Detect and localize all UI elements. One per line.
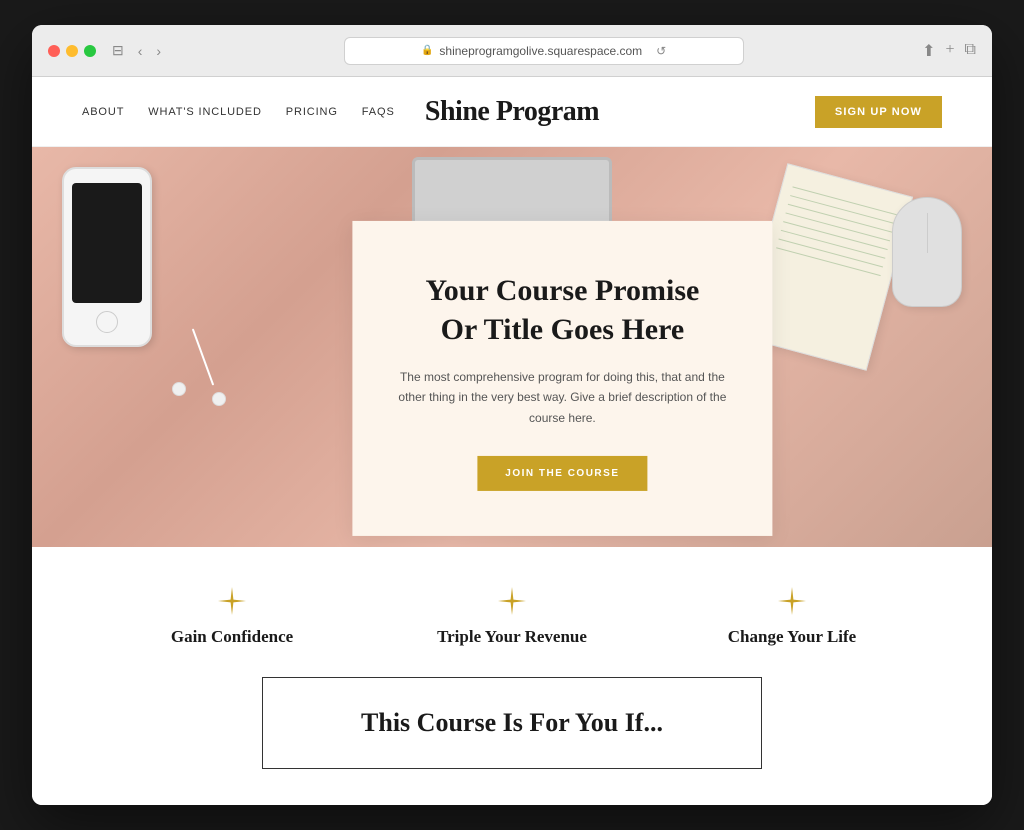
course-for-card: This Course Is For You If...	[262, 677, 762, 769]
course-for-title: This Course Is For You If...	[313, 708, 711, 738]
browser-window: ⊟ ‹ › 🔒 shineprogramgolive.squarespace.c…	[32, 25, 992, 805]
minimize-button[interactable]	[66, 45, 78, 57]
browser-chrome: ⊟ ‹ › 🔒 shineprogramgolive.squarespace.c…	[32, 25, 992, 77]
join-course-button[interactable]: JOIN THE COURSE	[477, 456, 647, 491]
page-content: ABOUT WHAT'S INCLUDED PRICING FAQS Shine…	[32, 77, 992, 805]
maximize-button[interactable]	[84, 45, 96, 57]
feature-item-confidence: Gain Confidence	[92, 587, 372, 647]
main-nav: ABOUT WHAT'S INCLUDED PRICING FAQS	[82, 106, 395, 118]
lock-icon: 🔒	[421, 45, 433, 56]
phone-screen	[72, 183, 142, 303]
nav-whats-included[interactable]: WHAT'S INCLUDED	[148, 106, 262, 118]
nav-about[interactable]: ABOUT	[82, 106, 124, 118]
phone-decoration	[62, 167, 152, 347]
earphone-bud-left	[172, 382, 186, 396]
features-section: Gain Confidence Triple Your Revenue Chan…	[32, 547, 992, 677]
sidebar-toggle-button[interactable]: ⊟	[108, 40, 128, 61]
nav-pricing[interactable]: PRICING	[286, 106, 338, 118]
address-bar[interactable]: 🔒 shineprogramgolive.squarespace.com ↺	[344, 37, 744, 65]
url-text: shineprogramgolive.squarespace.com	[439, 44, 642, 58]
earphone-bud-right	[212, 392, 226, 406]
earphone-wire	[192, 328, 214, 385]
new-tab-icon[interactable]: +	[946, 41, 955, 61]
back-button[interactable]: ‹	[134, 41, 147, 61]
star-icon-confidence	[218, 587, 246, 615]
traffic-lights	[48, 45, 96, 57]
hero-card-title: Your Course Promise Or Title Goes Here	[397, 271, 727, 349]
star-icon-revenue	[498, 587, 526, 615]
nav-faqs[interactable]: FAQS	[362, 106, 395, 118]
signup-button[interactable]: SIGN UP NOW	[815, 96, 942, 128]
star-icon-life	[778, 587, 806, 615]
share-icon[interactable]: ⬆	[922, 41, 935, 61]
hero-card: Your Course Promise Or Title Goes Here T…	[352, 221, 772, 536]
browser-actions: ⬆ + ⧉	[922, 41, 976, 61]
mouse-decoration	[892, 197, 962, 307]
feature-item-revenue: Triple Your Revenue	[372, 587, 652, 647]
forward-button[interactable]: ›	[152, 41, 165, 61]
phone-home-button	[96, 311, 118, 333]
browser-controls: ⊟ ‹ ›	[108, 40, 165, 61]
hero-card-description: The most comprehensive program for doing…	[397, 367, 727, 428]
tabs-icon[interactable]: ⧉	[965, 41, 976, 61]
hero-section: Your Course Promise Or Title Goes Here T…	[32, 147, 992, 547]
site-title: Shine Program	[425, 96, 599, 128]
site-header: ABOUT WHAT'S INCLUDED PRICING FAQS Shine…	[32, 77, 992, 147]
feature-title-confidence: Gain Confidence	[92, 627, 372, 647]
feature-title-life: Change Your Life	[652, 627, 932, 647]
reload-icon[interactable]: ↺	[656, 44, 666, 58]
earphones-decoration	[152, 327, 252, 407]
feature-item-life: Change Your Life	[652, 587, 932, 647]
feature-title-revenue: Triple Your Revenue	[372, 627, 652, 647]
bottom-section: This Course Is For You If...	[32, 677, 992, 769]
mouse-scroll-line	[927, 213, 928, 253]
close-button[interactable]	[48, 45, 60, 57]
